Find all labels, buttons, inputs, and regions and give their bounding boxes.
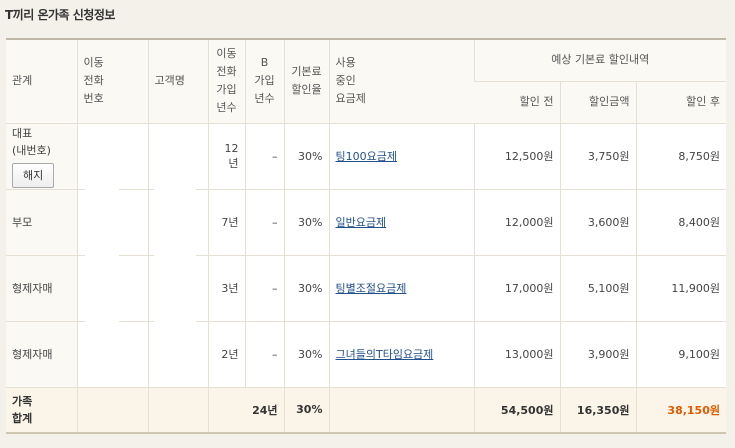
header-phone: 이동 전화 번호 <box>76 38 148 124</box>
header-after: 할인 후 <box>635 81 726 124</box>
years-cell: 3년 <box>207 255 245 322</box>
plan-link[interactable]: 일반요금제 <box>336 216 387 229</box>
total-before: 54,500원 <box>473 387 560 434</box>
total-years: 24년 <box>207 387 284 434</box>
after-cell: 9,100원 <box>635 321 726 388</box>
years-cell: 7년 <box>207 189 245 256</box>
header-b-years: B 가입 년수 <box>244 38 284 124</box>
total-rate: 30% <box>283 387 329 434</box>
amount-cell: 5,100원 <box>559 255 636 322</box>
before-cell: 12,000원 <box>473 189 560 256</box>
page-title: T끼리 온가족 신청정보 <box>5 8 115 22</box>
plan-link[interactable]: 팅100요금제 <box>336 150 397 163</box>
rate-cell: 30% <box>283 123 329 190</box>
b-years-cell: – <box>244 189 284 256</box>
relation-cell: 대표 (내번호) 해지 <box>6 123 77 190</box>
before-cell: 13,000원 <box>473 321 560 388</box>
total-after: 38,150원 <box>635 387 726 434</box>
before-cell: 17,000원 <box>473 255 560 322</box>
b-years-cell: – <box>244 123 284 190</box>
relation-label: 대표 (내번호) <box>12 126 51 157</box>
header-years: 이동 전화 가입 년수 <box>207 38 245 124</box>
total-row: 가족 합계 24년 30% 54,500원 16,350원 38,150원 <box>6 387 726 434</box>
amount-cell: 3,750원 <box>559 123 636 190</box>
before-cell: 12,500원 <box>473 123 560 190</box>
total-label: 가족 합계 <box>6 387 77 434</box>
years-cell: 2년 <box>207 321 245 388</box>
relation-cell: 형제자매 <box>6 321 77 388</box>
years-cell: 12년 <box>207 123 245 190</box>
cancel-button[interactable]: 해지 <box>12 162 55 188</box>
header-name: 고객명 <box>147 38 208 124</box>
b-years-cell: – <box>244 255 284 322</box>
plan-link[interactable]: 팅별조절요금제 <box>336 282 407 295</box>
rate-cell: 30% <box>283 321 329 388</box>
header-before: 할인 전 <box>474 81 560 124</box>
rate-cell: 30% <box>283 255 329 322</box>
amount-cell: 3,900원 <box>559 321 636 388</box>
header-amount: 할인금액 <box>559 81 636 124</box>
header-expected-discount: 예상 기본료 할인내역 <box>473 38 726 82</box>
rate-cell: 30% <box>283 189 329 256</box>
after-cell: 11,900원 <box>635 255 726 322</box>
redaction-block <box>154 131 196 386</box>
relation-cell: 형제자매 <box>6 255 77 322</box>
amount-cell: 3,600원 <box>559 189 636 256</box>
after-cell: 8,750원 <box>635 123 726 190</box>
relation-cell: 부모 <box>6 189 77 256</box>
header-rate: 기본료 할인율 <box>283 38 329 124</box>
b-years-cell: – <box>244 321 284 388</box>
plan-link[interactable]: 그녀들의T타임요금제 <box>336 348 434 361</box>
total-amount: 16,350원 <box>559 387 636 434</box>
header-plan: 사용 중인 요금제 <box>328 38 474 124</box>
redaction-block <box>85 131 119 386</box>
after-cell: 8,400원 <box>635 189 726 256</box>
header-relation: 관계 <box>6 38 77 124</box>
